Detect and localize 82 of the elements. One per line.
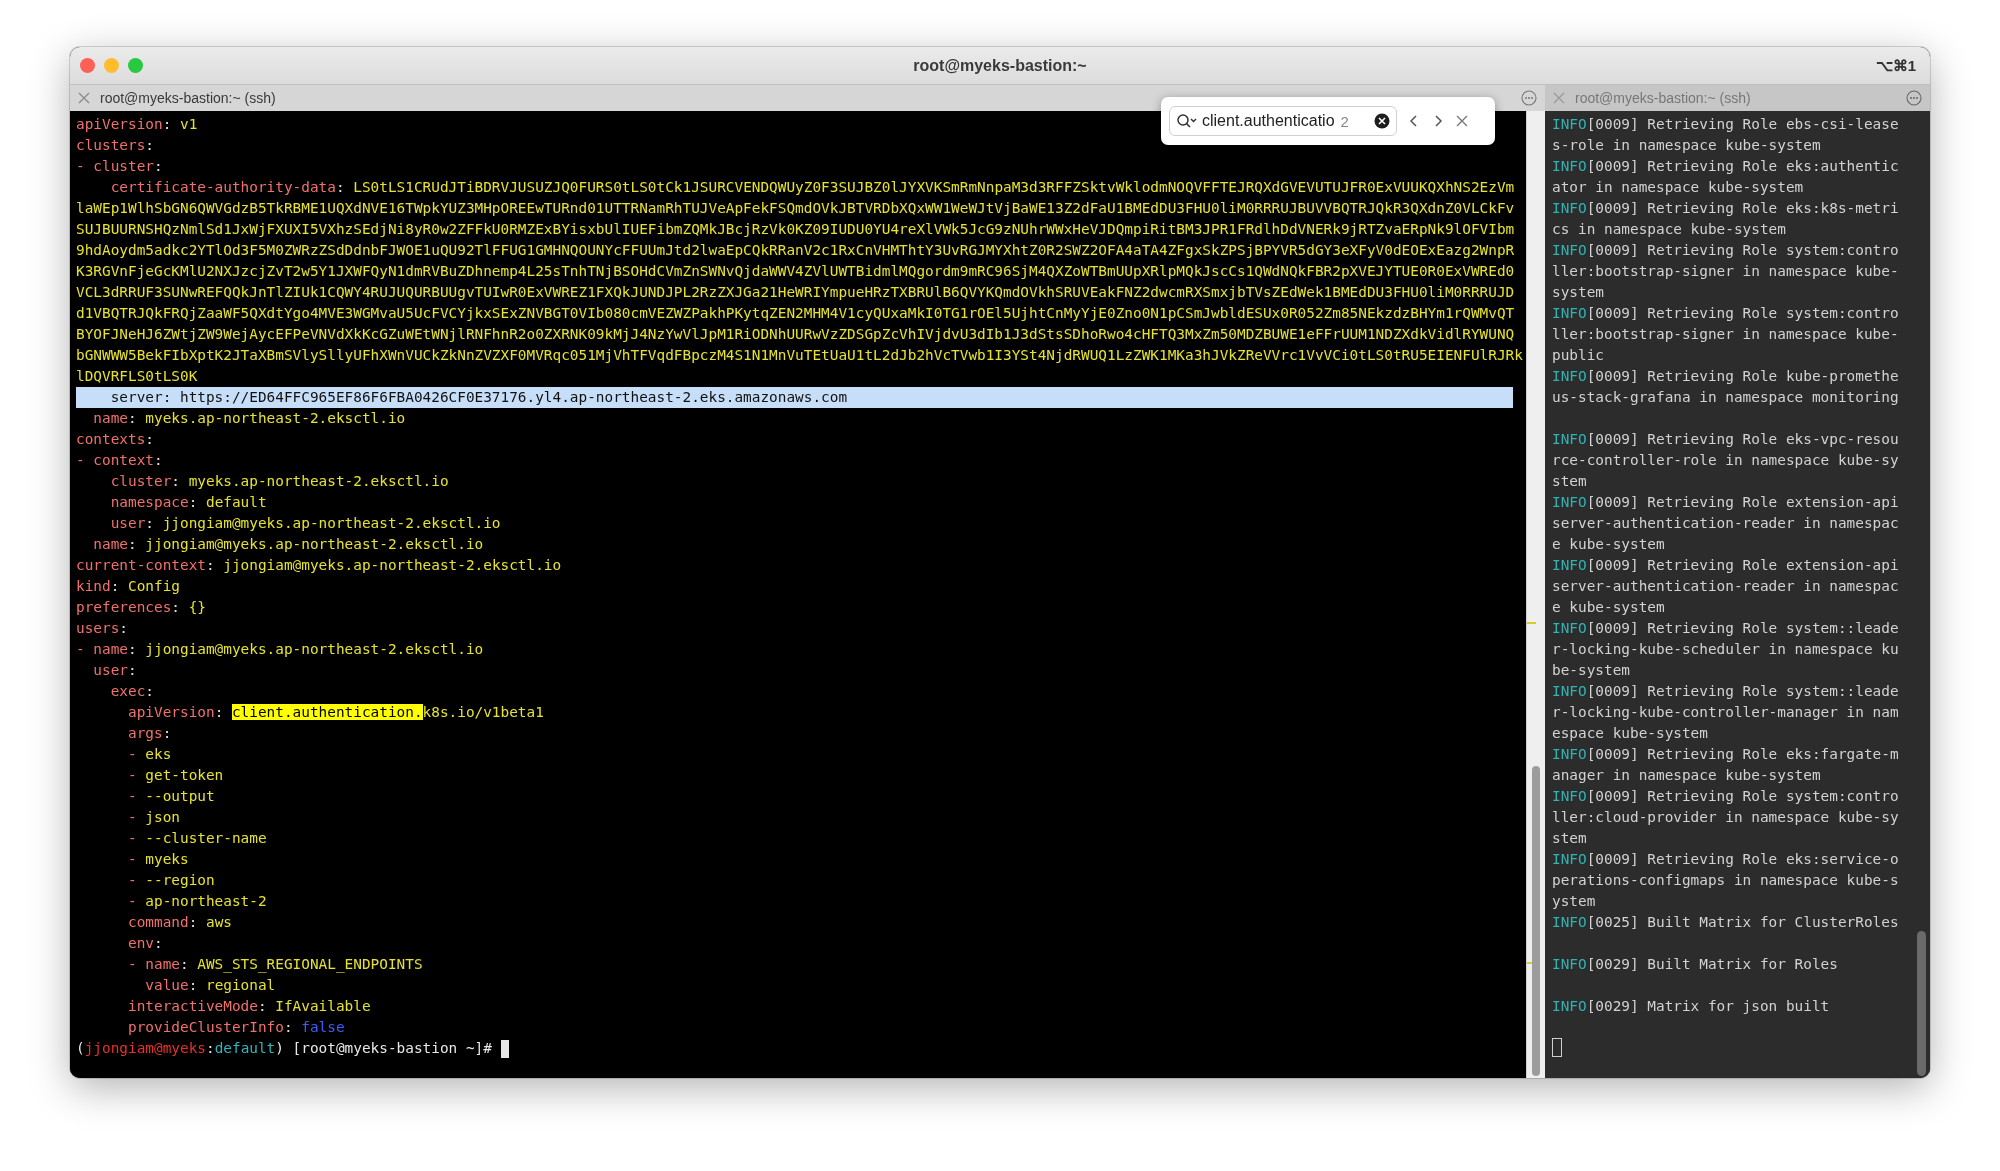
terminal-line: exec:	[109, 682, 154, 701]
terminal-line: kind: Config	[76, 577, 180, 596]
shortcut-label: ⌥⌘1	[1875, 56, 1917, 75]
terminal-line: - cluster:	[76, 157, 163, 176]
close-button[interactable]	[80, 58, 95, 73]
terminal-line: user: jjongiam@myeks.ap-northeast-2.eksctl.io	[109, 514, 501, 533]
clear-icon[interactable]	[1374, 113, 1390, 129]
log-line: INFO[0009] Retrieving Role system:controller:cloud-provider in namespace kube-system	[1552, 787, 1899, 848]
terminal-line: K3RGVnFjeGcKMlU2NXJzcjZvT2w5Y1JXWFQyN1dmRVBuZDhnemp4L25sTnhTNjBSOHdCVmZnSWNvQjdaWWV4ZVlUWTBidmlMQgordm9mRC96SjM4QXZoWTBmUUpXRlpMQkJscCs1QWdNQkFBR2pXVEJYTUE0R0ExVWREd0	[76, 262, 1515, 281]
terminal-line: contexts:	[76, 430, 154, 449]
terminal-line: apiVersion: client.authentication.k8s.io/v1beta1	[126, 703, 544, 722]
scroll-thumb[interactable]	[1917, 931, 1926, 1076]
log-line: INFO[0009] Retrieving Role system:controller:bootstrap-signer in namespace kube-system	[1552, 241, 1899, 302]
log-line: INFO[0009] Retrieving Role eks:fargate-manager in namespace kube-system	[1552, 745, 1899, 785]
terminal-line: - ap-northeast-2	[126, 892, 267, 911]
terminal-line: name: myeks.ap-northeast-2.eksctl.io	[92, 409, 406, 428]
log-line: INFO[0009] Retrieving Role kube-prometheus-stack-grafana in namespace monitoring	[1552, 367, 1899, 407]
terminal-line: value: regional	[144, 976, 276, 995]
log-line: INFO[0009] Retrieving Role system:controller:bootstrap-signer in namespace kube-public	[1552, 304, 1899, 365]
text-cursor	[1552, 1038, 1562, 1057]
log-line: INFO[0009] Retrieving Role ebs-csi-leases-role in namespace kube-system	[1552, 115, 1899, 155]
terminal-line: - name: jjongiam@myeks.ap-northeast-2.eksctl.io	[76, 640, 484, 659]
more-icon[interactable]	[1906, 90, 1922, 106]
terminal-line: 9hdAoydm5adkc2YTlOd3F5M0ZWRzZSdDdnbFJWOE1uQU92TlFFUG1GMHNQOUNYcFFUUmJtd2lwaEpCQkRRanV2c1RxCnVHMThtY3UvRGJMYXhtZ0R2SWZ2OFA4aTA4ZFgxSkZPSjBPYVR5dGY3eXFyV0dEOExEazg2WnpR	[76, 241, 1515, 260]
terminal-line: env:	[126, 934, 163, 953]
log-line: INFO[0009] Retrieving Role extension-apiserver-authentication-reader in namespace kube-system	[1552, 556, 1899, 617]
terminal-line: name: jjongiam@myeks.ap-northeast-2.eksctl.io	[92, 535, 484, 554]
terminal-line: users:	[76, 619, 128, 638]
terminal-line: interactiveMode: IfAvailable	[126, 997, 371, 1016]
terminal-line: VCL3dRRUF3SUNwREFQQkJnTlZIUk1CQWY4RUJUQURBUUgvTUIwR0ExVWREZ1FXQkJUNDJPL2RzZXJGa21HeWRIYmpueHRzTXBRUlB6QVYKQmdOVkhSRUVEakFNZ2dwcmRXSmxjbTVsZEdWek1BMEdDU3FHU0liM0RRRUJD	[76, 283, 1515, 302]
log-line: INFO[0009] Retrieving Role eks:service-operations-configmaps in namespace kube-system	[1552, 850, 1899, 911]
log-line: INFO[0029] Matrix for json built	[1552, 997, 1831, 1016]
terminal-line: cluster: myeks.ap-northeast-2.eksctl.io	[109, 472, 449, 491]
terminal-line: lDQVRFLS0tLS0K	[76, 367, 198, 386]
log-line: INFO[0009] Retrieving Role system::leader-locking-kube-scheduler in namespace kube-system	[1552, 619, 1899, 680]
scroll-thumb[interactable]	[1532, 766, 1540, 1076]
text-cursor	[500, 1039, 509, 1058]
window-title: root@myeks-bastion:~	[913, 56, 1087, 75]
pane-title: root@myeks-bastion:~ (ssh)	[1575, 90, 1751, 106]
terminal-line: BYOFJNeHJ6ZWtjZW9WejAycEFPeVNVdXkKcGZuWEtWNjlRNFhnR2o0ZXRNK09kMjJ4NzYwVlJpM1RiODNhUURwVzZDSGpZcVhIVjdvU3dIb1J3dStsSDhoRwo4cHFTQ3MxZm50MDZBUWE1eFFrUUM1NDZXdkVidlRYWUNQ	[76, 325, 1515, 344]
search-field[interactable]: client.authenticatio 2	[1169, 106, 1397, 136]
more-icon[interactable]	[1521, 90, 1537, 106]
pane-title: root@myeks-bastion:~ (ssh)	[100, 90, 276, 106]
terminal-line: apiVersion: v1	[76, 115, 198, 134]
terminal-line: bGNWWW5BekFIbXptK2JTaXBmSVlySllyUFhXWnVUCkZkNnZVZXF0MVRqc051MjVhTFVqdFBpczM4S1N1MnVuTEtUaU1tL2dJb2hVcTVwb1I3YSt4NjdRWUQ1LzZWK1MKa3hJVkZReVVrc1VvVCi0tLS0tRU5EIENFUlRJRk	[76, 346, 1523, 365]
terminal-line: laWEp1WlhSbGN6QWVGdzB5TkRBME1UQXdNVE16TWpkYUZ3MHpOREEwTURnd01UTTRNamRhTUJVeApFekFSQmdOVkJBTVRDbXQxWW1WeWJtVjBaWE13Z2dFaU1BMEdDU3FHU0liM0RRRUJBUVVBQTRJQkR3QXdnZ0VLCkFv	[76, 199, 1515, 218]
match-marker	[1527, 622, 1536, 624]
log-line: INFO[0009] Retrieving Role eks:k8s-metrics in namespace kube-system	[1552, 199, 1899, 239]
terminal-line: command: aws	[126, 913, 232, 932]
terminal-line: - context:	[76, 451, 163, 470]
terminal-line: user:	[92, 661, 137, 680]
terminal-line: SUJBUURNSHQzNmlSd1JxWjFXUXI5VXhzSEdjNi8yR0w2ZFFkU0RMZExBYisxbUlIUEFibmZQMkJBcjRzVk0KZ09IUDU0YU4reXlVWk5JcG9zNUhrWWxHeVJDQmpiRitBM3JPR1FRdlhDdVNERk9jRTZvaERpNk9lOFVIbm	[76, 220, 1515, 239]
terminal-line: clusters:	[76, 136, 154, 155]
log-line: INFO[0009] Retrieving Role eks-vpc-resource-controller-role in namespace kube-system	[1552, 430, 1899, 491]
terminal-line: - json	[126, 808, 180, 827]
terminal-line: - eks	[126, 745, 172, 764]
terminal-line: current-context: jjongiam@myeks.ap-northeast-2.eksctl.io	[76, 556, 562, 575]
terminal-line: - get-token	[126, 766, 224, 785]
log-line: INFO[0009] Retrieving Role eks:authenticator in namespace kube-system	[1552, 157, 1899, 197]
minimize-button[interactable]	[104, 58, 119, 73]
log-line: INFO[0009] Retrieving Role extension-apiserver-authentication-reader in namespace kube-system	[1552, 493, 1899, 554]
scroll-bar[interactable]	[1526, 111, 1545, 1078]
terminal-line: - --region	[126, 871, 215, 890]
match-count: 2	[1340, 112, 1349, 130]
terminal-line: - --output	[126, 787, 215, 806]
terminal-line: namespace: default	[109, 493, 267, 512]
terminal-line: provideClusterInfo: false	[126, 1018, 345, 1037]
terminal-line: - name: AWS_STS_REGIONAL_ENDPOINTS	[126, 955, 423, 975]
search-icon	[1176, 113, 1198, 129]
close-icon[interactable]	[78, 92, 90, 104]
log-line: INFO[0029] Built Matrix for Roles	[1552, 955, 1839, 974]
terminal-line: d1VBQTRJQkFRQjZaaWF5QXdtYgo4MVE3WGMvaU5UcFVCYjkxSExZNVBGT0VIb080cmVEZWZPakhPKytqZEN2MHM4V1cyQUxaMkI0TG1rOEl5UjhtCnMyYjE0Zno0N1pCSmJwbldESUx0R052Zm85NEkzdzBHYm1rQWMvQT	[76, 304, 1515, 323]
log-line: INFO[0009] Retrieving Role system::leader-locking-kube-controller-manager in namespace kube-system	[1552, 682, 1899, 743]
close-icon[interactable]	[1455, 113, 1469, 129]
terminal-line: certificate-authority-data: LS0tLS1CRUdJTiBDRVJUSUZJQ0FURS0tLS0tCk1JSURCVENDQWUyZ0F3SUJBZ0lJYXVKSmRmNnpaM3d3RFFZSktvWklodmNOQVFFTEJRQXdGVEVUTUJFR0ExVUUKQXhNS2EzVm	[109, 178, 1515, 197]
terminal-line: - myeks	[126, 850, 189, 869]
terminal-line: preferences: {}	[76, 598, 206, 617]
terminal-line: - --cluster-name	[126, 829, 267, 848]
log-line: INFO[0025] Built Matrix for ClusterRoles	[1552, 913, 1899, 932]
zoom-button[interactable]	[128, 58, 143, 73]
shell-prompt: (jjongiam@myeks:default) [root@myeks-bastion ~]#	[76, 1039, 493, 1058]
terminal-line: args:	[126, 724, 172, 743]
